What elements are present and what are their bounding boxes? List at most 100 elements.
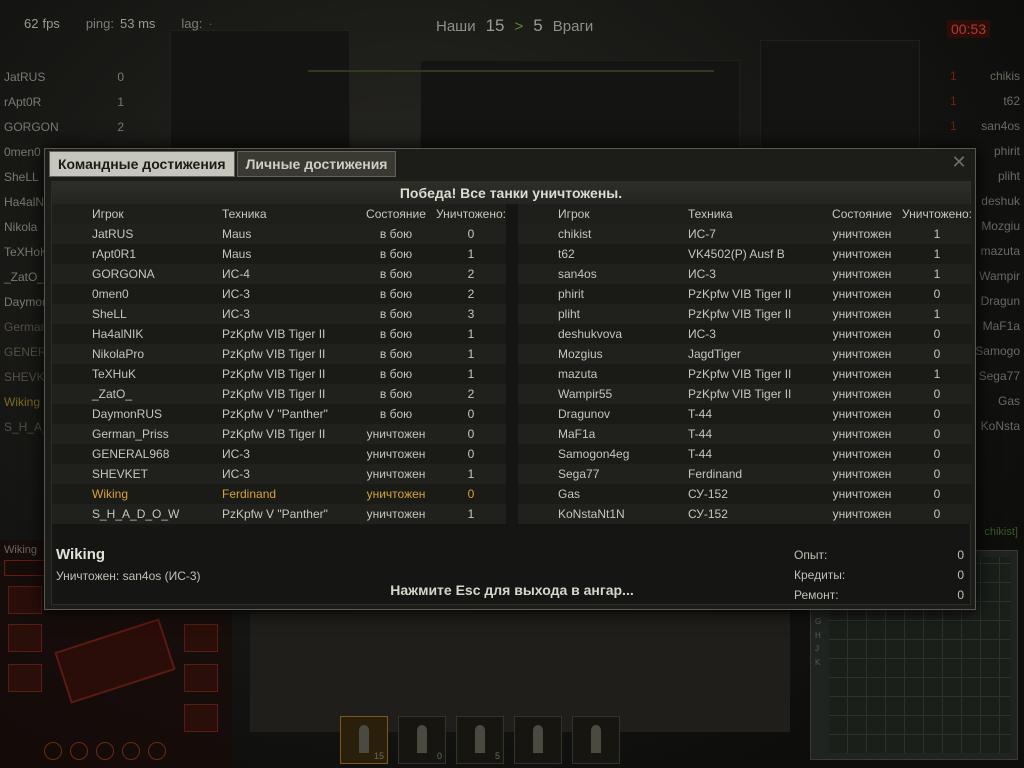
table-row[interactable]: rApt0R1 Maus в бою 1 [52,244,506,264]
table-row[interactable]: German_Priss PzKpfw VIB Tiger II уничтожен… [52,424,506,444]
reward-value: 0 [957,568,964,582]
kills-cell: 0 [933,347,941,361]
ally-name: _ZatO_ [4,269,45,284]
table-row[interactable]: MaF1a T-44 уничтожен 0 [518,424,972,444]
reward-label: Опыт: [794,548,828,562]
table-row[interactable]: Samogon4eg T-44 уничтожен 0 [518,444,972,464]
vehicle-cell: PzKpfw VIB Tiger II [222,387,326,401]
kills-cell: 1 [933,227,941,241]
status-cell: уничтожен [832,507,892,521]
table-row[interactable]: SheLL ИС-3 в бою 3 [52,304,506,324]
status-cell: уничтожен [832,487,892,501]
tab-team-achievements[interactable]: Командные достижения [49,151,235,177]
status-cell: в бою [379,387,413,401]
engine-icon [8,586,42,614]
ammo-count: 5 [494,751,500,761]
ammo-slot[interactable]: 5 [456,716,504,764]
table-row[interactable]: Wiking Ferdinand уничтожен 0 [52,484,506,504]
player-name-cell: pliht [558,307,581,321]
reward-row: Опыт: 0 [794,548,964,568]
ammo-slot[interactable]: 0 [398,716,446,764]
table-row[interactable]: S_H_A_D_O_W PzKpfw V "Panther" уничтожен 1 [52,504,506,524]
table-row[interactable]: JatRUS Maus в бою 0 [52,224,506,244]
table-row[interactable]: Ha4alNIK PzKpfw VIB Tiger II в бою 1 [52,324,506,344]
fuel-icon [184,704,218,732]
status-cell: в бою [379,367,413,381]
enemy-name: phirit [993,144,1020,158]
tank-silhouette-icon [54,618,176,704]
crew-gunner-icon [96,742,114,760]
table-row[interactable]: t62 VK4502(P) Ausf B уничтожен 1 [518,244,972,264]
kills-cell: 0 [933,407,941,421]
status-cell: уничтожен [366,447,426,461]
shell-icon [417,725,427,753]
table-row[interactable]: SHEVKET ИС-3 уничтожен 1 [52,464,506,484]
reward-stats: Опыт: 0 Кредиты: 0 Ремонт: 0 [794,548,964,608]
table-row[interactable]: san4os ИС-3 уничтожен 1 [518,264,972,284]
minimap-row-label: H [815,630,821,640]
minimap-row-label: K [815,657,821,667]
player-name-cell: Ha4alNIK [92,327,144,341]
status-cell: уничтожен [366,507,426,521]
enemy-frag-count: 1 [950,69,957,83]
player-name-cell: Mozgius [558,347,603,361]
ally-list-item: JatRUS 0 [4,64,124,89]
enemy-name: KoNsta [980,419,1020,433]
battle-results-dialog: Командные достижения Личные достижения ✕… [44,148,976,610]
chat-tag: chikist] [984,526,1018,538]
vehicle-cell: PzKpfw VIB Tiger II [688,307,792,321]
status-cell: уничтожен [832,307,892,321]
table-row[interactable]: 0men0 ИС-3 в бою 2 [52,284,506,304]
crew-icons [44,742,166,760]
table-row[interactable]: chikist ИС-7 уничтожен 1 [518,224,972,244]
tracks-icon [184,664,218,692]
table-row[interactable]: Dragunov T-44 уничтожен 0 [518,404,972,424]
table-row[interactable]: Sega77 Ferdinand уничтожен 0 [518,464,972,484]
kills-cell: 1 [933,367,941,381]
table-row[interactable]: GENERAL968 ИС-3 уничтожен 0 [52,444,506,464]
table-row[interactable]: Wampir55 PzKpfw VIB Tiger II уничтожен 0 [518,384,972,404]
table-row[interactable]: GORGONA ИС-4 в бою 2 [52,264,506,284]
kills-cell: 0 [933,427,941,441]
table-row[interactable]: phirit PzKpfw VIB Tiger II уничтожен 0 [518,284,972,304]
table-row[interactable]: pliht PzKpfw VIB Tiger II уничтожен 1 [518,304,972,324]
ammo-slot[interactable]: 15 [340,716,388,764]
table-row[interactable]: DaymonRUS PzKpfw V "Panther" в бою 0 [52,404,506,424]
ally-frag-count: 1 [117,94,124,109]
reward-row: Кредиты: 0 [794,568,964,588]
close-icon[interactable]: ✕ [949,153,969,173]
ammo-slot[interactable] [514,716,562,764]
header-kills: Уничтожено: [436,204,506,224]
ammo-slot[interactable] [572,716,620,764]
vehicle-cell: ИС-3 [688,327,716,341]
ally-name: SheLL [4,169,39,184]
reward-label: Кредиты: [794,568,846,582]
enemy-name: Gas [997,394,1020,408]
table-row[interactable]: Gas СУ-152 уничтожен 0 [518,484,972,504]
vehicle-cell: ИС-3 [688,267,716,281]
status-cell: в бою [379,307,413,321]
status-cell: уничтожен [366,487,426,501]
player-name-cell: GORGONA [92,267,155,281]
tab-personal-achievements[interactable]: Личные достижения [236,151,397,177]
kills-cell: 1 [467,247,475,261]
kills-cell: 0 [467,227,475,241]
vehicle-cell: T-44 [688,447,713,461]
player-name-cell: KoNstaNt1N [558,507,625,521]
kills-cell: 1 [467,467,475,481]
table-row[interactable]: NikolaPro PzKpfw VIB Tiger II в бою 1 [52,344,506,364]
status-cell: уничтожен [832,407,892,421]
player-name-cell: deshukvova [558,327,623,341]
enemy-list-item: 1 san4os [950,114,1020,139]
status-cell: в бою [379,327,413,341]
table-row[interactable]: deshukvova ИС-3 уничтожен 0 [518,324,972,344]
table-row[interactable]: _ZatO_ PzKpfw VIB Tiger II в бою 2 [52,384,506,404]
table-row[interactable]: TeXHuK PzKpfw VIB Tiger II в бою 1 [52,364,506,384]
table-row[interactable]: Mozgius JagdTiger уничтожен 0 [518,344,972,364]
reward-value: 0 [957,588,964,602]
header-player: Игрок [518,204,688,224]
table-row[interactable]: mazuta PzKpfw VIB Tiger II уничтожен 1 [518,364,972,384]
table-row[interactable]: KoNstaNt1N СУ-152 уничтожен 0 [518,504,972,524]
ally-name: JatRUS [4,69,46,84]
reward-label: Ремонт: [794,588,839,602]
